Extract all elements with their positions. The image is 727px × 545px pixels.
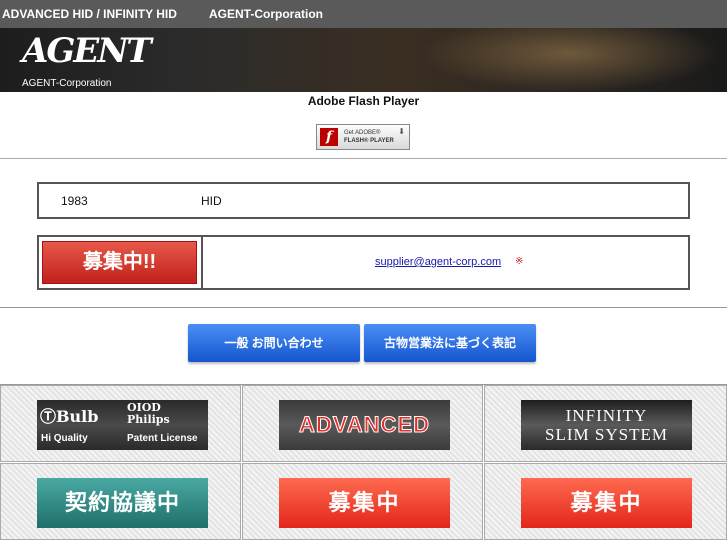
grid-cell-bulb: ⓉBulb OIOD Philips Hi Quality Patent Lic… xyxy=(0,385,241,462)
logo-subtitle: AGENT-Corporation xyxy=(22,78,112,89)
supplier-recruit-box: 募集中!! supplier@agent-corp.com ※ xyxy=(37,235,690,290)
top-nav-link-advanced-hid[interactable]: ADVANCED HID / INFINITY HID xyxy=(2,7,177,21)
flash-badge-line1: Get ADOBE® xyxy=(344,130,381,136)
bulb-text: ⓉBulb xyxy=(40,407,99,426)
flash-badge-line2: FLASH® PLAYER xyxy=(344,138,394,144)
get-flash-player-button[interactable]: f Get ADOBE® FLASH® PLAYER ⬇ xyxy=(316,124,410,150)
infinity-text: INFINITY xyxy=(565,406,648,425)
recruiting-banner-b[interactable]: 募集中 xyxy=(521,478,692,528)
t-logo-icon: Ⓣ xyxy=(40,407,57,426)
grid-cell-advanced: ADVANCED xyxy=(242,385,483,462)
divider xyxy=(0,158,727,159)
patent-license-text: Patent License xyxy=(127,433,198,444)
button-panel: 一般 お問い合わせ 古物営業法に基づく表記 xyxy=(0,307,727,385)
banner-grid: ⓉBulb OIOD Philips Hi Quality Patent Lic… xyxy=(0,385,727,545)
flash-player-title: Adobe Flash Player xyxy=(307,94,420,108)
recruiting-banner[interactable]: 募集中!! xyxy=(42,241,197,284)
bulb-philips-banner[interactable]: ⓉBulb OIOD Philips Hi Quality Patent Lic… xyxy=(37,400,208,450)
hid-label: HID xyxy=(201,194,222,208)
founded-year: 1983 xyxy=(61,194,88,208)
box-divider xyxy=(201,237,203,288)
contract-negotiation-banner[interactable]: 契約協議中 xyxy=(37,478,208,528)
advanced-banner[interactable]: ADVANCED xyxy=(279,400,450,450)
recruiting-banner-a[interactable]: 募集中 xyxy=(279,478,450,528)
grid-cell-contract: 契約協議中 xyxy=(0,463,241,540)
company-info-box: 1983 HID xyxy=(37,182,690,219)
hi-quality-text: Hi Quality xyxy=(41,433,88,444)
top-nav-bar: ADVANCED HID / INFINITY HID AGENT-Corpor… xyxy=(0,0,727,28)
site-header: AGENT AGENT-Corporation xyxy=(0,28,727,92)
grid-cell-infinity: INFINITY SLIM SYSTEM xyxy=(484,385,727,462)
slim-system-text: SLIM SYSTEM xyxy=(545,425,668,444)
flash-icon: f xyxy=(320,128,338,146)
grid-cell-recruit-a: 募集中 xyxy=(242,463,483,540)
supplier-email-link[interactable]: supplier@agent-corp.com xyxy=(375,256,501,268)
antique-dealer-notice-button[interactable]: 古物営業法に基づく表記 xyxy=(364,324,536,362)
general-inquiry-button[interactable]: 一般 お問い合わせ xyxy=(188,324,360,362)
grid-cell-recruit-b: 募集中 xyxy=(484,463,727,540)
infinity-slim-system-banner[interactable]: INFINITY SLIM SYSTEM xyxy=(521,400,692,450)
agent-logo[interactable]: AGENT xyxy=(22,34,152,68)
download-arrow-icon: ⬇ xyxy=(398,127,405,136)
header-background-image xyxy=(420,28,720,92)
oiod-philips-text: OIOD Philips xyxy=(127,401,170,426)
top-nav-link-agent-corporation[interactable]: AGENT-Corporation xyxy=(209,7,323,21)
email-note-mark: ※ xyxy=(515,256,524,267)
